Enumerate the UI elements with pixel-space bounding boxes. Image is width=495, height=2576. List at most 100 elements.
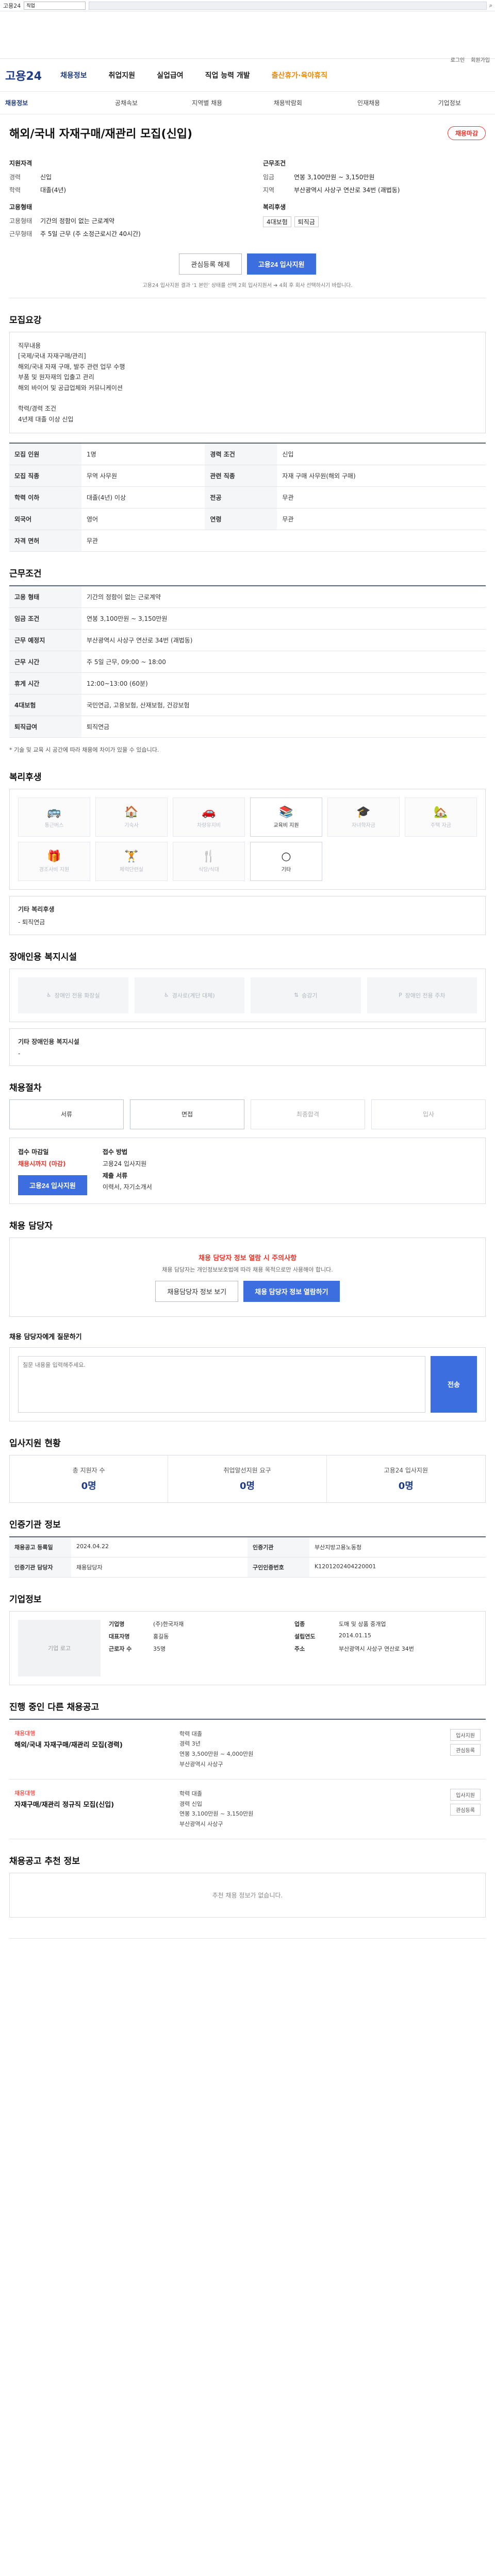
cell-value: 채용담당자 <box>71 1557 248 1578</box>
section-title: 복리후생 <box>9 772 42 783</box>
table-row: 근무 시간 주 5일 근무, 09:00 ~ 18:00 <box>9 651 486 673</box>
cell-key: 근로자 수 <box>109 1645 132 1652</box>
welfare-label: 주택 자금 <box>431 822 451 828</box>
open-contact-button[interactable]: 채용 담당자 정보 열람하기 <box>243 1280 340 1302</box>
welfare-extra-title: 기타 복리후생 <box>18 905 55 913</box>
send-button[interactable]: 전송 <box>431 1355 477 1413</box>
cell-value: 홍길동 <box>153 1633 169 1640</box>
employment-header: 고용형태 <box>9 204 32 211</box>
logo[interactable]: 고용24 <box>5 67 54 83</box>
sub-item-talent[interactable]: 인재채용 <box>328 98 409 107</box>
sub-item-fair[interactable]: 채용박람회 <box>248 98 328 107</box>
list-item[interactable]: 채용대행 해외/국내 자재구매/재관리 모집(경력) 학력 대졸 경력 3년 연봉… <box>9 1720 486 1780</box>
apply-small-button[interactable]: 입사지원 <box>450 1788 481 1801</box>
job-link[interactable]: 자재구매/재관리 정규직 모집(신입) <box>14 1799 169 1809</box>
menu-benefit[interactable]: 실업급여 <box>151 70 190 80</box>
search-input[interactable] <box>24 1 86 10</box>
sub-item-news[interactable]: 공채속보 <box>86 98 167 107</box>
apply-button[interactable]: 고용24 입사지원 <box>246 253 316 275</box>
company-section: 기업정보 기업 로고 기업명 (주)한국자재 업종 도매 및 상품 중개업 대표자명… <box>9 1578 486 1685</box>
cell-value: 대졸(4년) 이상 <box>81 486 205 509</box>
table-row: 자격 면허 무관 <box>9 530 486 552</box>
cell-key: 연령 <box>205 508 277 531</box>
cell-key: 기업명 <box>109 1620 125 1628</box>
utility-bar: 로그인 회원가입 <box>0 11 495 63</box>
welfare-icon: 🍴 <box>202 850 216 863</box>
welfare-icon: 🚌 <box>47 805 61 819</box>
welfare-label: 차량유지비 <box>197 822 221 828</box>
method-label: 접수 방법 <box>102 1148 128 1156</box>
sub-item-company[interactable]: 기업정보 <box>409 98 490 107</box>
label-career: 경력 <box>9 174 21 181</box>
welfare-icon: ○ <box>281 850 291 863</box>
step-item: 서류 <box>9 1099 124 1129</box>
cell-key: 자격 면허 <box>9 530 81 552</box>
cell-value: 기간의 정함이 없는 근로계약 <box>81 586 486 608</box>
apply-button-bottom[interactable]: 고용24 입사지원 <box>18 1175 87 1195</box>
value-edu: 대졸(4년) <box>40 187 67 194</box>
value-region: 부산광역시 사상구 연산로 34번 (괘법동) <box>294 187 400 194</box>
view-contact-button[interactable]: 채용담당자 정보 보기 <box>155 1280 239 1302</box>
meta-text: 연봉 3,500만원 ~ 4,000만원 <box>179 1751 254 1758</box>
stats-section: 입사지원 현황 총 지원자 수 0명 취업알선지원 요구 0명 고용24 입사지원 0… <box>9 1421 486 1503</box>
apply-small-button[interactable]: 입사지원 <box>450 1728 481 1741</box>
table-row: 퇴직급여 퇴직연금 <box>9 716 486 738</box>
search-icon[interactable]: ⌕ <box>487 2 495 9</box>
menu-support[interactable]: 취업지원 <box>103 70 142 80</box>
facility-label: 장애인 전용 화장실 <box>54 992 100 999</box>
cell-value: 무관 <box>81 530 486 552</box>
cell-value: 무관 <box>277 486 486 509</box>
duty-section: 모집요강 직무내용 [국제/국내 자재구매/관리] 해외/국내 자재 구매, 발… <box>9 298 486 552</box>
login-link[interactable]: 로그인 <box>451 56 465 63</box>
signup-link[interactable]: 회원가입 <box>471 56 490 63</box>
section-title: 채용 담당자 <box>9 1221 53 1231</box>
steps-section: 채용절차 서류 면접 최종합격 입사 접수 마감일 채용시까지 (마감) 고용2… <box>9 1066 486 1204</box>
search-bar[interactable] <box>89 1 487 10</box>
docs-value: 이력서, 자기소개서 <box>102 1183 152 1191</box>
welfare-icon: 🏡 <box>434 805 448 819</box>
cell-key: 업종 <box>294 1620 305 1628</box>
welfare-item: 🏡 주택 자금 <box>405 797 477 837</box>
job-link[interactable]: 해외/국내 자재구매/재관리 모집(경력) <box>14 1739 169 1749</box>
table-row: 근무 예정지 부산광역시 사상구 연산로 34번 (괘법동) <box>9 629 486 652</box>
welfare-section: 복리후생 🚌 통근버스 🏠 기숙사 🚗 차량유지비 📚 교육비 지원 🎓 자녀학자금 🏡 주택 자금 🎁… <box>9 755 486 935</box>
sub-item-jobs[interactable]: 채용정보 <box>5 98 86 107</box>
interest-small-button[interactable]: 관심등록 <box>450 1743 481 1756</box>
cell-value: 35명 <box>153 1645 166 1652</box>
welfare-icon: 🏠 <box>124 805 139 819</box>
facility-item: ♿ 경사로(계단 대체) <box>134 977 244 1013</box>
menu-training[interactable]: 직업 능력 개발 <box>199 70 256 80</box>
stat-value: 0명 <box>398 1480 414 1492</box>
cell-value: 도매 및 상품 중개업 <box>339 1620 386 1628</box>
condition-header: 근무조건 <box>263 160 286 167</box>
section-title: 채용 담당자에게 질문하기 <box>9 1333 82 1341</box>
step-item: 최종합격 <box>251 1099 365 1129</box>
facility-item: ⇅ 승강기 <box>251 977 361 1013</box>
stat-label: 고용24 입사지원 <box>384 1466 428 1474</box>
job-summary: 해외/국내 자재구매/재관리 모집(신입) 채용마감 지원자격 경력 신입 학력 대… <box>9 114 486 298</box>
cell-value: (주)한국자재 <box>153 1620 184 1628</box>
meta-text: 부산광역시 사상구 <box>179 1821 223 1828</box>
sub-item-region[interactable]: 지역별 채용 <box>167 98 248 107</box>
cell-key: 외국어 <box>9 508 81 531</box>
interest-small-button[interactable]: 관심등록 <box>450 1803 481 1816</box>
cell-key: 관련 직종 <box>205 465 277 487</box>
list-item[interactable]: 채용대행 자재구매/재관리 정규직 모집(신입) 학력 대졸 경력 신입 연봉 3… <box>9 1780 486 1839</box>
step-item: 입사 <box>371 1099 486 1129</box>
manage-section: 인증기관 정보 채용공고 등록일 2024.04.22 인증기관 부산지방고용노동청… <box>9 1503 486 1578</box>
cell-value: K1201202404220001 <box>309 1557 486 1578</box>
value-career: 신입 <box>40 174 52 181</box>
company-logo: 기업 로고 <box>18 1619 101 1676</box>
method-value: 고용24 입사지원 <box>102 1160 147 1167</box>
empty-state: 추천 채용 정보가 없습니다. <box>9 1872 486 1918</box>
menu-leave[interactable]: 출산휴가·육아휴직 <box>266 70 334 80</box>
value-schedule: 주 5일 근무 (주 소정근로시간 40시간) <box>40 230 141 238</box>
stat-value: 0명 <box>81 1480 96 1492</box>
table-row: 모집 직종 무역 사무원 관련 직종 자재 구매 사무원(해외 구매) <box>9 465 486 487</box>
qna-section: 채용 담당자에게 질문하기 전송 <box>9 1317 486 1421</box>
cell-value: 부산지방고용노동청 <box>309 1537 486 1557</box>
interest-button[interactable]: 관심등록 해제 <box>179 253 242 275</box>
question-input[interactable] <box>18 1355 425 1413</box>
apply-note: 고용24 입사지원 결과 ‘1 본인’ 상태를 선택 2회 입사지원서 ➔ 4회… <box>142 283 353 289</box>
menu-jobs[interactable]: 채용정보 <box>54 70 93 80</box>
